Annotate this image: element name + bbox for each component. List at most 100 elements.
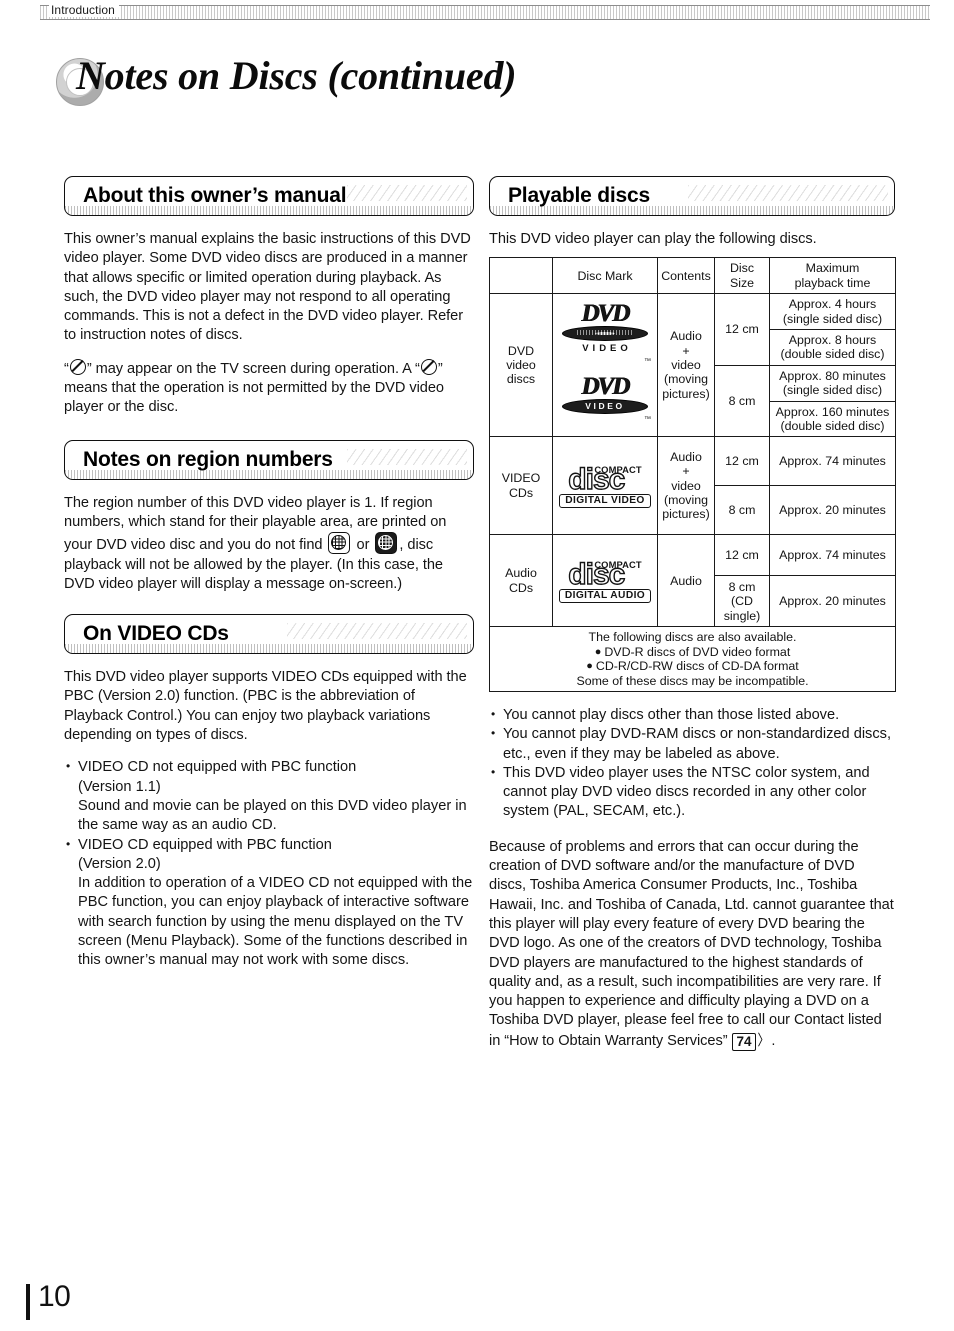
filled-bullet-icon: ● <box>594 645 602 658</box>
section-title-region-numbers: Notes on region numbers <box>83 447 333 471</box>
section-header-video-cds: On VIDEO CDs <box>64 614 474 655</box>
row-kind-dvd-l2: video <box>506 358 536 373</box>
playable-discs-intro: This DVD video player can play the follo… <box>489 231 817 247</box>
footer-note-line-1: The following discs are also available. <box>588 630 797 645</box>
disclaimer-text-end: . <box>771 1032 776 1049</box>
page-reference-badge: 74 <box>731 1032 757 1051</box>
row-kind-videocd-l1: VIDEO <box>501 471 541 486</box>
time-line-a: Approx. 8 hours <box>788 332 877 347</box>
right-column: Playable discs This DVD video player can… <box>489 176 896 1064</box>
video-cds-bullet-list: VIDEO CD not equipped with PBC function … <box>64 757 474 970</box>
list-item: You cannot play DVD-RAM discs or non-sta… <box>489 724 895 764</box>
section-title-about-manual: About this owner’s manual <box>83 184 347 207</box>
page-number-rule <box>26 1284 30 1320</box>
contents-line: + <box>682 343 690 358</box>
row-time-dvd-8-single: Approx. 80 minutes (single sided disc) <box>769 364 896 402</box>
row-time-dvd-8-double: Approx. 160 minutes (double sided disc) <box>769 400 896 438</box>
filled-bullet-icon-2: ● <box>586 660 593 673</box>
bullet-1-line-2: (Version 1.1) <box>78 778 161 795</box>
compact-disc-digital-audio-logo-icon: disc COMPACT DIGITAL AUDIO <box>555 558 655 604</box>
running-head: Introduction <box>40 3 930 21</box>
cd-logo-compact: COMPACT <box>594 559 642 571</box>
size-line: (CD <box>730 594 754 609</box>
video-cds-paragraph: This DVD video player supports VIDEO CDs… <box>64 669 467 744</box>
row-kind-dvd-l3: discs <box>506 372 536 387</box>
row-size-videocd-12cm: 12 cm <box>714 436 770 487</box>
contents-line: + <box>682 464 690 479</box>
dvd-logo-2-subword: VIDEO <box>562 399 648 415</box>
disclaimer-text: Because of problems and errors that can … <box>489 838 894 1049</box>
row-size-dvd-8cm: 8 cm <box>714 364 770 438</box>
left-column: About this owner’s manual This owner’s m… <box>64 176 474 971</box>
no-entry-icon-2 <box>420 358 437 375</box>
row-size-dvd-12cm: 12 cm <box>714 293 770 366</box>
compact-disc-digital-video-logo-icon: disc COMPACT DIGITAL VIDEO <box>555 463 655 509</box>
bullet-2-line-2: (Version 2.0) <box>78 855 161 872</box>
region-globe-all-icon <box>375 532 398 555</box>
table-header-disc-size: Disc Size <box>714 257 770 295</box>
row-kind-audio-cds: Audio CDs <box>489 534 553 628</box>
time-line-b: (double sided disc) <box>780 347 885 362</box>
row-mark-video-cds: disc COMPACT DIGITAL VIDEO <box>552 436 658 536</box>
contents-line: Audio <box>670 329 702 344</box>
list-item: VIDEO CD not equipped with PBC function … <box>64 757 474 835</box>
row-size-videocd-8cm: 8 cm <box>714 485 770 536</box>
dvd-logo-subword: VIDEO <box>582 342 632 354</box>
about-manual-paragraph-2: “ ” may appear on the TV screen during op… <box>64 358 474 418</box>
row-mark-dvd: DVD VIDEO ™ DVD VIDEO ™ <box>552 293 658 438</box>
dvd-video-logo-icon: DVD VIDEO ™ <box>559 301 651 370</box>
trademark-mark-2: ™ <box>644 416 651 424</box>
row-kind-audiocd-l2: CDs <box>508 580 534 595</box>
footer-note-line-2: Some of these discs may be incompatible. <box>576 673 809 688</box>
row-contents-dvd: Audio + video (moving pictures) <box>657 293 715 438</box>
row-size-audiocd-8cm: 8 cm (CD single) <box>714 575 770 628</box>
table-header-playback-time-line2: playback time <box>794 275 871 290</box>
time-line-a: Approx. 80 minutes <box>779 368 886 383</box>
row-kind-audiocd-l1: Audio <box>505 566 537 581</box>
time-line-b: (single sided disc) <box>782 311 883 326</box>
table-header-disc-mark: Disc Mark <box>552 257 658 295</box>
page-reference-arrow-icon: 〉 <box>757 1031 770 1049</box>
table-header-disc-size-line1: Disc <box>729 261 755 276</box>
footer-note-bullet-1: DVD-R discs of DVD video format <box>604 644 791 659</box>
manual-page: Introduction Notes on Discs (continued) … <box>0 0 954 1331</box>
table-row: Audio CDs disc COMPACT DIGITAL AUDIO Audi… <box>489 534 896 628</box>
table-footer-note: The following discs are also available. … <box>489 626 896 692</box>
section-header-playable-discs: Playable discs <box>489 176 895 216</box>
row-kind-videocd-l2: CDs <box>508 485 534 500</box>
row-mark-audio-cds: disc COMPACT DIGITAL AUDIO <box>552 534 658 628</box>
no-entry-icon <box>69 358 86 375</box>
row-time-audiocd-8cm: Approx. 20 minutes <box>769 575 896 628</box>
table-header-contents: Contents <box>657 257 715 295</box>
about-manual-paragraph-1: This owner’s manual explains the basic i… <box>64 231 471 344</box>
table-header-blank <box>489 257 553 295</box>
section-header-texture-2 <box>347 448 467 465</box>
table-header-playback-time: Maximum playback time <box>769 257 896 295</box>
table-row: DVDvideodiscs DVD VIDEO ™ DVD VIDEO ™ <box>489 293 896 438</box>
list-item: This DVD video player uses the NTSC colo… <box>489 763 895 822</box>
time-line-a: Approx. 160 minutes <box>775 404 890 419</box>
section-title-playable-discs: Playable discs <box>508 184 650 207</box>
contents-line: Audio <box>670 449 702 464</box>
row-kind-dvd: DVD video discs <box>489 293 553 438</box>
list-item: You cannot play discs other than those l… <box>489 705 895 725</box>
running-head-rule <box>40 5 930 20</box>
cd-logo-compact: COMPACT <box>594 464 642 476</box>
bullet-1-body: Sound and movie can be played on this DV… <box>78 797 467 834</box>
footer-note-bullet-2: CD-R/CD-RW discs of CD-DA format <box>595 659 799 674</box>
row-kind-video-cds: VIDEO CDs <box>489 436 553 536</box>
row-time-videocd-12cm: Approx. 74 minutes <box>769 436 896 487</box>
section-header-region-numbers: Notes on region numbers <box>64 439 474 480</box>
time-line-b: (double sided disc) <box>780 418 885 433</box>
section-header-about-manual: About this owner’s manual <box>64 176 474 216</box>
row-kind-dvd-l1: DVD <box>507 343 535 358</box>
row-time-dvd-12-single: Approx. 4 hours (single sided disc) <box>769 293 896 330</box>
contents-line: pictures) <box>662 386 710 401</box>
trademark-mark: ™ <box>644 358 651 366</box>
dvd-video-logo-icon-2: DVD VIDEO ™ <box>559 374 651 427</box>
time-line-a: Approx. 4 hours <box>788 297 877 312</box>
dvd-logo-2-word: DVD <box>559 374 651 399</box>
section-header-texture-2 <box>688 185 888 201</box>
page-number-value: 10 <box>38 1280 71 1313</box>
region-globe-icon <box>328 532 351 555</box>
